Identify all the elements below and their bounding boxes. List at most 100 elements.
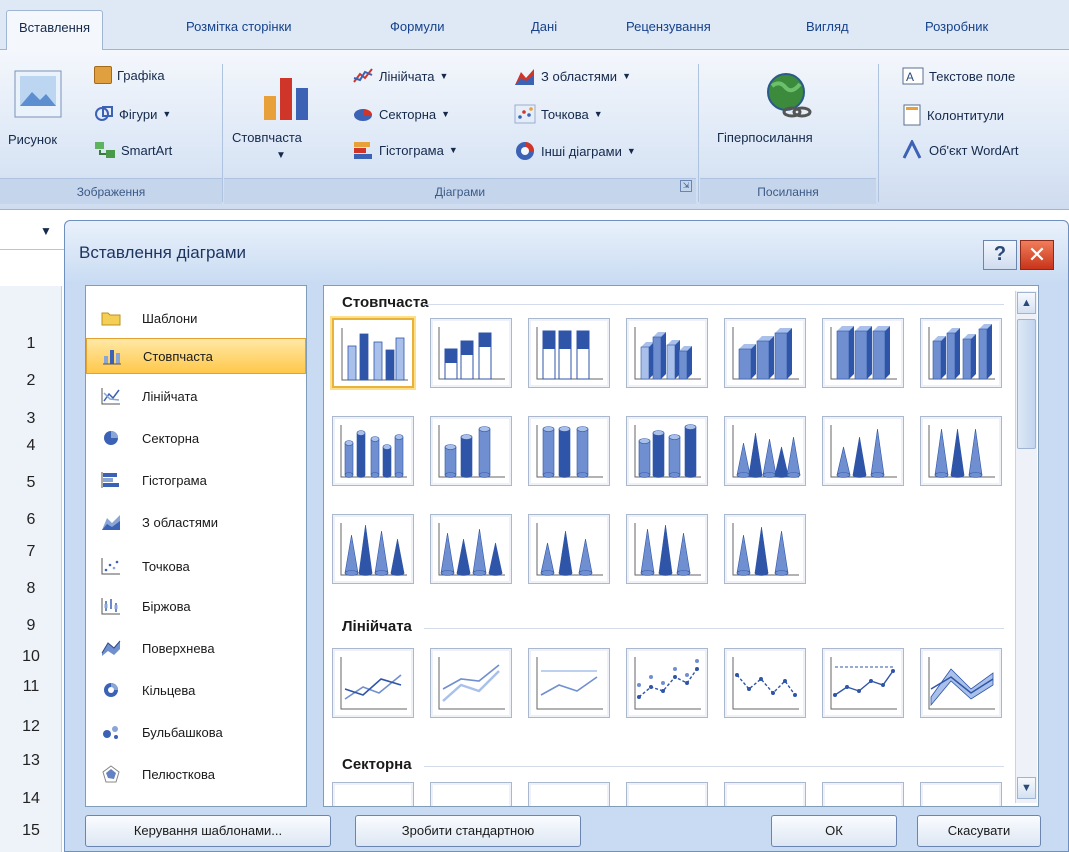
- hyperlink-button[interactable]: [762, 70, 814, 122]
- smartart-button[interactable]: SmartArt: [94, 140, 172, 160]
- row-number[interactable]: 11: [0, 678, 62, 696]
- pie-chart-button[interactable]: Секторна ▼: [352, 104, 450, 124]
- section-divider: [424, 766, 1004, 767]
- picture-button[interactable]: [12, 68, 64, 120]
- chart-subtype-thumbnail[interactable]: [430, 514, 512, 584]
- row-number[interactable]: 15: [0, 822, 62, 840]
- scatter-chart-icon: [514, 104, 536, 124]
- chart-subtype-thumbnail[interactable]: [724, 782, 806, 806]
- scatter-chart-button[interactable]: Точкова ▼: [514, 104, 603, 124]
- line-chart-button[interactable]: Лінійчата ▼: [352, 66, 448, 86]
- chart-category-item[interactable]: Стовпчаста: [86, 338, 306, 374]
- row-number[interactable]: 6: [0, 511, 62, 529]
- chart-category-item[interactable]: Секторна: [86, 420, 306, 456]
- close-button[interactable]: ✕: [1020, 240, 1054, 270]
- chart-subtype-thumbnail[interactable]: [332, 648, 414, 718]
- chart-subtype-thumbnail[interactable]: [430, 318, 512, 388]
- chart-subtype-thumbnail[interactable]: [626, 416, 708, 486]
- graphics-button[interactable]: Графіка: [94, 66, 165, 84]
- chart-subtype-thumbnail[interactable]: [528, 416, 610, 486]
- chart-category-item[interactable]: З областями: [86, 504, 306, 540]
- chart-category-item[interactable]: Бульбашкова: [86, 714, 306, 750]
- bar-chart-button[interactable]: Гістограма ▼: [352, 140, 458, 160]
- row-number[interactable]: 7: [0, 543, 62, 561]
- chart-subtype-thumbnail[interactable]: [626, 648, 708, 718]
- chart-category-item[interactable]: Лінійчата: [86, 378, 306, 414]
- ok-button[interactable]: ОК: [771, 815, 897, 847]
- chart-category-item[interactable]: Пелюсткова: [86, 756, 306, 792]
- row-number[interactable]: 1: [0, 335, 62, 353]
- chart-subtype-thumbnail[interactable]: [822, 416, 904, 486]
- row-number[interactable]: 13: [0, 752, 62, 770]
- row-number[interactable]: 8: [0, 580, 62, 598]
- chart-category-item[interactable]: Поверхнева: [86, 630, 306, 666]
- chart-category-item[interactable]: Гістограма: [86, 462, 306, 498]
- gallery-scrollbar[interactable]: ▲ ▼: [1015, 291, 1037, 803]
- chart-subtype-thumbnail[interactable]: [332, 318, 414, 388]
- headers-button[interactable]: Колонтитули: [902, 104, 1004, 126]
- tab-data[interactable]: Дані: [531, 19, 557, 34]
- chart-subtype-thumbnail[interactable]: [724, 416, 806, 486]
- chart-subtype-thumbnail[interactable]: [332, 514, 414, 584]
- other-charts-button[interactable]: Інші діаграми ▼: [514, 140, 636, 162]
- row-number[interactable]: 4: [0, 437, 62, 455]
- cancel-button[interactable]: Скасувати: [917, 815, 1041, 847]
- chart-subtype-thumbnail[interactable]: [920, 782, 1002, 806]
- chart-subtype-thumbnail[interactable]: [724, 648, 806, 718]
- chart-subtype-gallery: Стовпчаста Лінійчата Секторна: [323, 285, 1039, 807]
- scroll-up-icon[interactable]: ▲: [1017, 292, 1036, 314]
- tab-developer[interactable]: Розробник: [925, 19, 988, 34]
- chart-subtype-thumbnail[interactable]: [430, 648, 512, 718]
- help-button[interactable]: ?: [983, 240, 1017, 270]
- tab-formulas[interactable]: Формули: [390, 19, 445, 34]
- chart-subtype-thumbnail[interactable]: [430, 782, 512, 806]
- name-box[interactable]: ▼: [0, 212, 70, 250]
- column-chart-button[interactable]: [258, 68, 318, 124]
- chart-subtype-thumbnail[interactable]: [724, 318, 806, 388]
- chart-subtype-thumbnail[interactable]: [920, 318, 1002, 388]
- wordart-button[interactable]: Об'єкт WordArt: [902, 140, 1019, 160]
- chart-subtype-thumbnail[interactable]: [332, 782, 414, 806]
- row-number[interactable]: 2: [0, 372, 62, 390]
- dialog-titlebar[interactable]: Вставлення діаграми ? ✕: [65, 221, 1068, 281]
- chart-subtype-thumbnail[interactable]: [626, 318, 708, 388]
- chart-subtype-thumbnail[interactable]: [724, 514, 806, 584]
- chart-subtype-thumbnail[interactable]: [528, 648, 610, 718]
- shapes-button[interactable]: Фігури ▼: [94, 104, 171, 124]
- chart-category-label: Гістограма: [142, 472, 207, 488]
- tab-view[interactable]: Вигляд: [806, 19, 849, 34]
- chart-subtype-thumbnail[interactable]: [822, 318, 904, 388]
- set-default-button[interactable]: Зробити стандартною: [355, 815, 581, 847]
- chart-subtype-thumbnail[interactable]: [920, 416, 1002, 486]
- chart-subtype-thumbnail[interactable]: [332, 416, 414, 486]
- row-number[interactable]: 10: [0, 648, 62, 666]
- chart-subtype-thumbnail[interactable]: [626, 782, 708, 806]
- chart-subtype-thumbnail[interactable]: [430, 416, 512, 486]
- textbox-button[interactable]: A Текстове поле: [902, 66, 1015, 86]
- row-number[interactable]: 12: [0, 718, 62, 736]
- chart-subtype-thumbnail[interactable]: [920, 648, 1002, 718]
- chart-subtype-thumbnail[interactable]: [626, 514, 708, 584]
- manage-templates-button[interactable]: Керування шаблонами...: [85, 815, 331, 847]
- dialog-launcher-icon[interactable]: ⇲: [680, 180, 692, 192]
- row-number[interactable]: 3: [0, 410, 62, 428]
- area-chart-button[interactable]: З областями ▼: [514, 66, 631, 86]
- row-number[interactable]: 14: [0, 790, 62, 808]
- chart-subtype-thumbnail[interactable]: [528, 514, 610, 584]
- row-number[interactable]: 5: [0, 474, 62, 492]
- scroll-thumb[interactable]: [1017, 319, 1036, 449]
- picture-icon: [14, 70, 62, 118]
- chart-category-item[interactable]: Точкова: [86, 548, 306, 584]
- chart-category-item[interactable]: Біржова: [86, 588, 306, 624]
- chart-category-item[interactable]: Шаблони: [86, 300, 306, 336]
- chart-category-item[interactable]: Кільцева: [86, 672, 306, 708]
- scroll-down-icon[interactable]: ▼: [1017, 777, 1036, 799]
- chart-subtype-thumbnail[interactable]: [822, 648, 904, 718]
- chart-subtype-thumbnail[interactable]: [528, 318, 610, 388]
- row-number[interactable]: 9: [0, 617, 62, 635]
- chart-subtype-thumbnail[interactable]: [528, 782, 610, 806]
- tab-review[interactable]: Рецензування: [626, 19, 711, 34]
- tab-page-layout[interactable]: Розмітка сторінки: [186, 19, 292, 34]
- chart-subtype-thumbnail[interactable]: [822, 782, 904, 806]
- tab-insert[interactable]: Вставлення: [6, 10, 104, 51]
